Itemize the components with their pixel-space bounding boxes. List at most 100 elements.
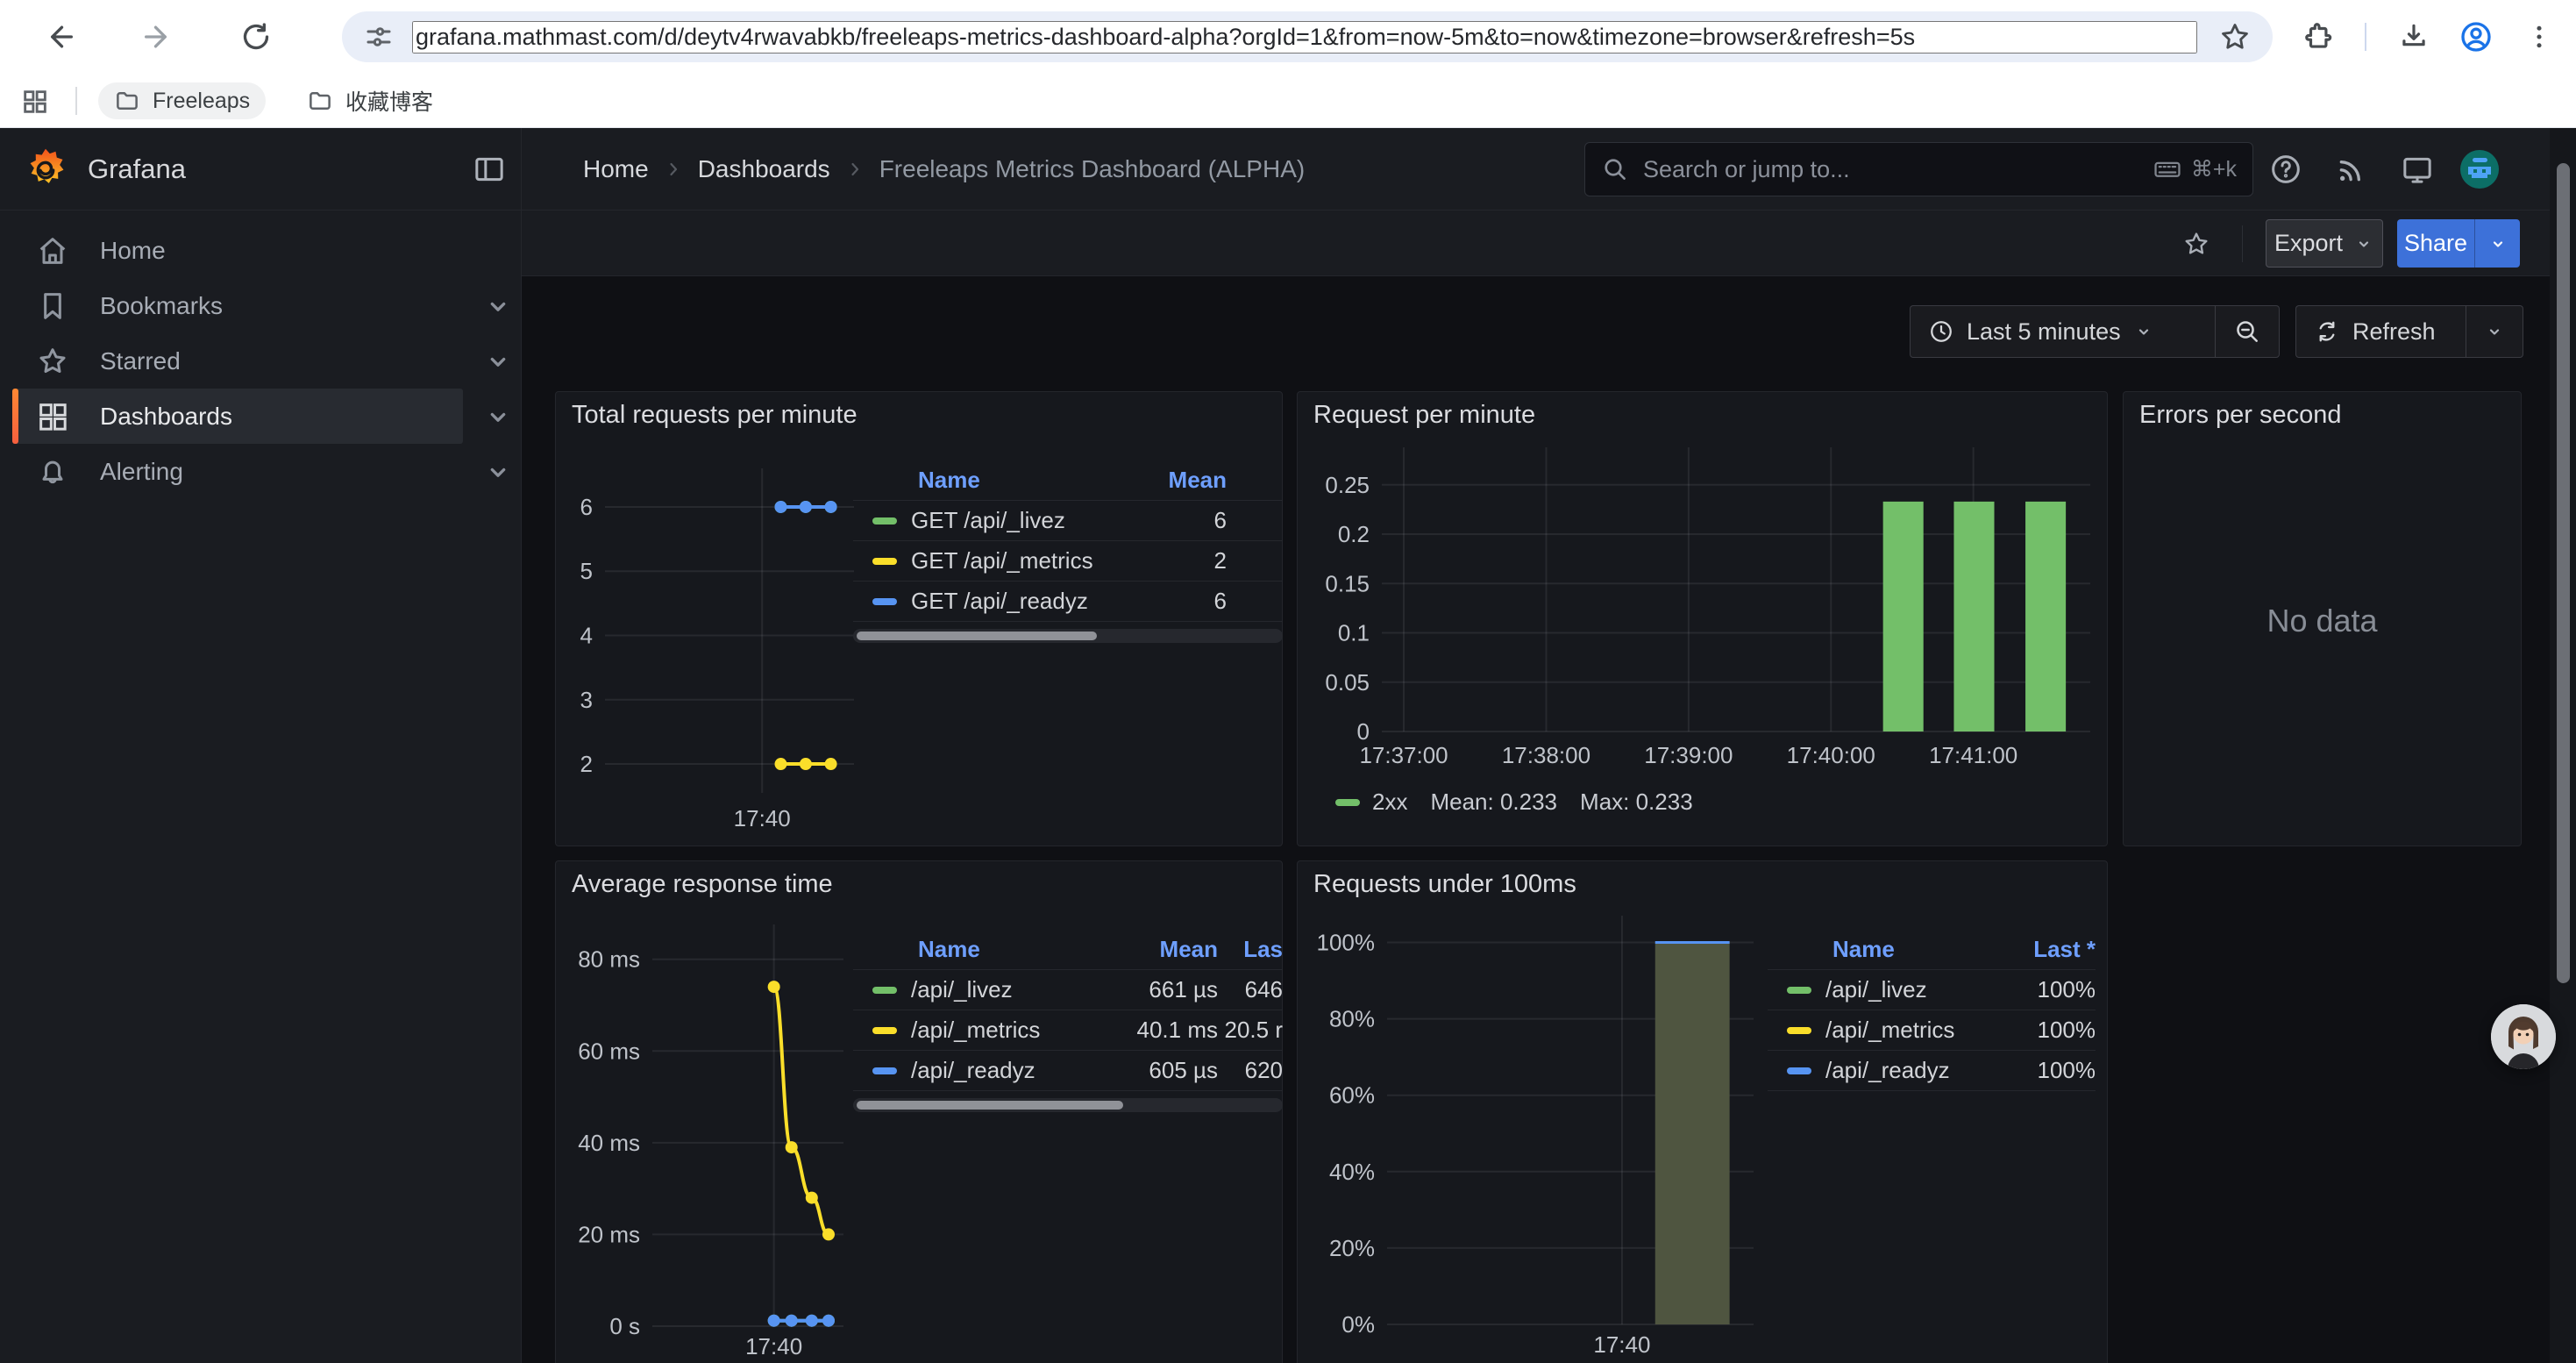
breadcrumb-dashboards[interactable]: Dashboards bbox=[698, 155, 830, 183]
browser-menu-icon[interactable] bbox=[2520, 18, 2558, 56]
home-icon bbox=[35, 233, 70, 268]
share-dropdown-button[interactable] bbox=[2474, 219, 2520, 268]
sidebar-toggle-icon[interactable] bbox=[472, 152, 507, 187]
svg-text:17:40: 17:40 bbox=[734, 805, 791, 831]
legend-header: Name bbox=[853, 467, 1125, 494]
bookmark-folder-blogs[interactable]: 收藏博客 bbox=[291, 82, 449, 119]
search-box[interactable]: ⌘+k bbox=[1584, 142, 2253, 196]
sidebar-item-label: Home bbox=[100, 237, 166, 265]
legend-table[interactable]: NameMeanLas/api/_livez661 µs646/api/_met… bbox=[853, 930, 1283, 1112]
breadcrumb-home[interactable]: Home bbox=[583, 155, 649, 183]
panel-title[interactable]: Request per minute bbox=[1313, 401, 1535, 430]
user-avatar[interactable] bbox=[2460, 150, 2499, 189]
svg-text:17:41:00: 17:41:00 bbox=[1929, 742, 2017, 768]
zoom-out-button[interactable] bbox=[2216, 306, 2279, 357]
panel-title[interactable]: Average response time bbox=[572, 870, 833, 899]
apps-grid-icon[interactable] bbox=[16, 82, 54, 121]
series-dash bbox=[872, 987, 897, 994]
legend-table[interactable]: NameMeanGET /api/_livez6GET /api/_metric… bbox=[853, 460, 1283, 643]
svg-text:0%: 0% bbox=[1341, 1311, 1375, 1338]
chevron-down-icon[interactable] bbox=[480, 454, 516, 489]
svg-text:4: 4 bbox=[580, 622, 593, 648]
clock-icon bbox=[1928, 318, 1954, 345]
help-icon[interactable] bbox=[2268, 152, 2303, 187]
chevron-right-icon bbox=[663, 159, 684, 180]
search-input[interactable] bbox=[1641, 155, 2140, 184]
url-input[interactable] bbox=[412, 21, 2197, 54]
search-icon bbox=[1601, 155, 1629, 183]
actions-divider bbox=[2242, 225, 2243, 262]
sidebar-item-dashboards[interactable]: Dashboards bbox=[12, 389, 463, 444]
chevron-down-icon bbox=[2133, 321, 2154, 342]
bookmark-icon bbox=[35, 289, 70, 324]
legend-scrollbar[interactable] bbox=[853, 1098, 1283, 1112]
legend-scrollbar[interactable] bbox=[853, 629, 1283, 643]
time-range-group: Last 5 minutes bbox=[1910, 305, 2280, 358]
dashboard-actions: Export Share bbox=[522, 211, 2576, 276]
assistant-avatar[interactable] bbox=[2491, 1004, 2556, 1069]
legend-table[interactable]: NameLast */api/_livez100%/api/_metrics10… bbox=[1768, 930, 2096, 1091]
svg-text:40%: 40% bbox=[1329, 1159, 1375, 1185]
dashboard-canvas: Last 5 minutes Refresh bbox=[522, 276, 2576, 1363]
chevron-down-icon[interactable] bbox=[480, 289, 516, 324]
keyboard-icon bbox=[2153, 154, 2182, 184]
extensions-icon[interactable] bbox=[2300, 18, 2338, 56]
bookmark-folder-freeleaps[interactable]: Freeleaps bbox=[98, 82, 266, 119]
sidebar-item-starred[interactable]: Starred bbox=[12, 333, 463, 389]
legend-line[interactable]: 2xx Mean: 0.233 Max: 0.233 bbox=[1335, 789, 1693, 816]
downloads-icon[interactable] bbox=[2395, 18, 2433, 56]
grafana-logo-icon[interactable] bbox=[23, 146, 68, 192]
panel-title[interactable]: Errors per second bbox=[2139, 401, 2342, 430]
share-button[interactable]: Share bbox=[2397, 219, 2474, 268]
sidebar-item-home[interactable]: Home bbox=[12, 223, 463, 278]
page-scrollbar[interactable] bbox=[2550, 128, 2576, 1363]
url-bar[interactable] bbox=[342, 11, 2273, 62]
svg-text:0 s: 0 s bbox=[609, 1313, 640, 1339]
search-shortcut: ⌘+k bbox=[2153, 154, 2237, 184]
svg-text:60%: 60% bbox=[1329, 1082, 1375, 1109]
svg-text:3: 3 bbox=[580, 687, 593, 713]
panel-title[interactable]: Requests under 100ms bbox=[1313, 870, 1576, 899]
refresh-button[interactable]: Refresh bbox=[2296, 306, 2466, 357]
panel-requests-under-100ms: Requests under 100ms 100%80%60%40%20%0%1… bbox=[1297, 860, 2108, 1363]
legend-row[interactable]: GET /api/_livez6 bbox=[853, 501, 1283, 541]
site-settings-icon[interactable] bbox=[363, 21, 395, 53]
series-dash bbox=[872, 558, 897, 565]
series-dash bbox=[1335, 799, 1360, 806]
news-rss-icon[interactable] bbox=[2334, 152, 2369, 187]
legend-row[interactable]: /api/_livez100% bbox=[1768, 970, 2096, 1010]
series-dash bbox=[872, 517, 897, 525]
legend-row[interactable]: GET /api/_readyz6 bbox=[853, 582, 1283, 622]
legend-row[interactable]: /api/_readyz100% bbox=[1768, 1051, 2096, 1091]
svg-text:0: 0 bbox=[1357, 718, 1370, 745]
browser-reload-icon[interactable] bbox=[237, 18, 275, 56]
sidebar-item-bookmarks[interactable]: Bookmarks bbox=[12, 278, 463, 333]
legend-row[interactable]: GET /api/_metrics2 bbox=[853, 541, 1283, 582]
svg-text:80 ms: 80 ms bbox=[578, 946, 640, 973]
legend-row[interactable]: /api/_livez661 µs646 bbox=[853, 970, 1283, 1010]
favorite-star-icon[interactable] bbox=[2182, 230, 2210, 258]
legend-mean: Mean: 0.233 bbox=[1430, 789, 1557, 816]
chevron-down-icon[interactable] bbox=[480, 344, 516, 379]
browser-forward-icon[interactable] bbox=[139, 18, 177, 56]
legend-row[interactable]: /api/_metrics100% bbox=[1768, 1010, 2096, 1051]
legend-row[interactable]: /api/_metrics40.1 ms20.5 r bbox=[853, 1010, 1283, 1051]
browser-back-icon[interactable] bbox=[40, 18, 79, 56]
legend-max: Max: 0.233 bbox=[1580, 789, 1693, 816]
profile-icon[interactable] bbox=[2457, 18, 2495, 56]
monitor-icon[interactable] bbox=[2400, 152, 2435, 187]
panel-title[interactable]: Total requests per minute bbox=[572, 401, 857, 430]
legend-row[interactable]: /api/_readyz605 µs620 bbox=[853, 1051, 1283, 1091]
chevron-down-icon[interactable] bbox=[480, 399, 516, 434]
refresh-interval-dropdown[interactable] bbox=[2466, 306, 2523, 357]
time-range-picker[interactable]: Last 5 minutes bbox=[1911, 306, 2215, 357]
series-dash bbox=[1787, 1067, 1811, 1074]
bookmark-star-icon[interactable] bbox=[2218, 20, 2252, 54]
breadcrumb-current: Freeleaps Metrics Dashboard (ALPHA) bbox=[879, 155, 1306, 183]
sidebar-item-alerting[interactable]: Alerting bbox=[12, 444, 463, 499]
svg-text:40 ms: 40 ms bbox=[578, 1130, 640, 1156]
export-button[interactable]: Export bbox=[2266, 219, 2383, 268]
scrollbar-thumb[interactable] bbox=[2557, 163, 2570, 983]
series-dash bbox=[872, 598, 897, 605]
svg-text:6: 6 bbox=[580, 494, 593, 520]
